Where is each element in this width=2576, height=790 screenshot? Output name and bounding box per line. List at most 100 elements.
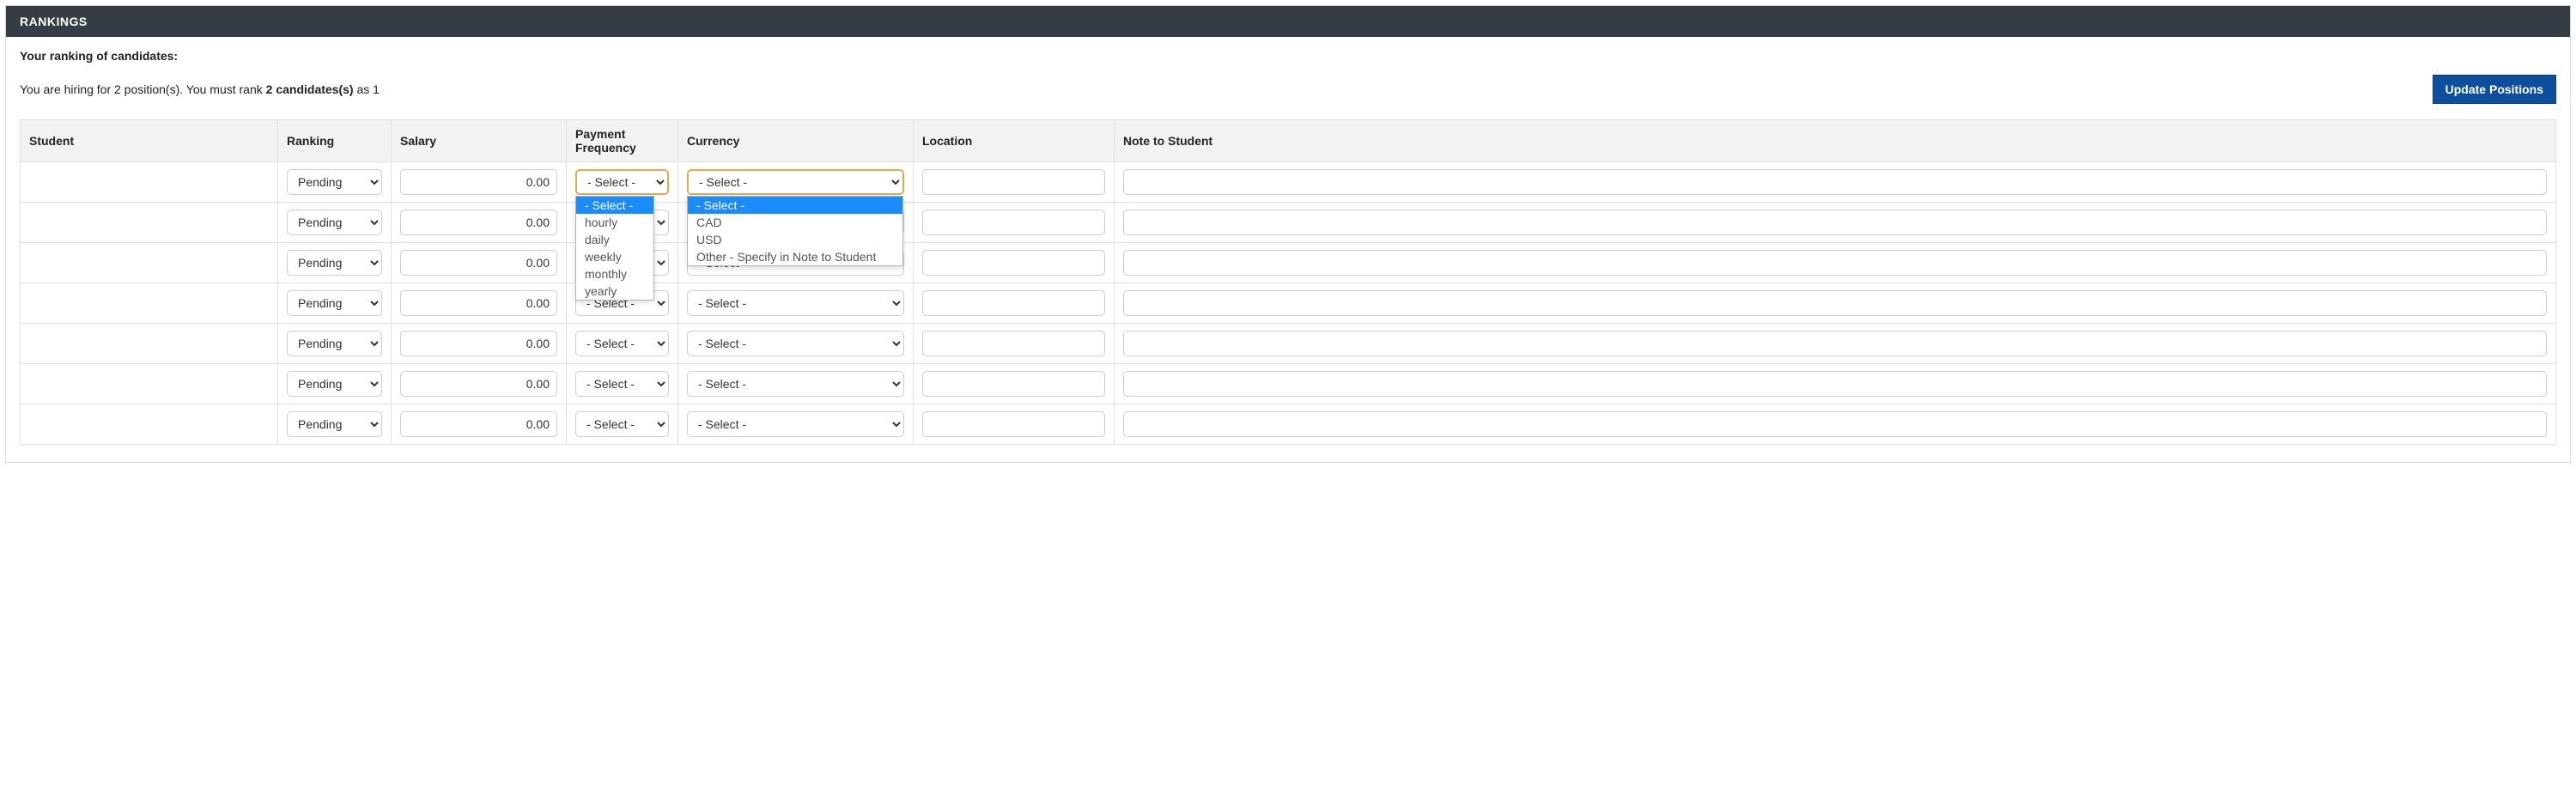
ranking-select[interactable]: Pending [287,250,382,276]
currency-cell: - Select - [678,324,914,364]
ranking-cell: Pending [278,364,392,404]
col-currency-header: Currency [678,120,914,162]
dropdown-option[interactable]: CAD [688,214,902,231]
salary-input[interactable] [400,250,557,276]
note-input[interactable] [1123,290,2547,316]
student-cell [21,404,278,445]
col-location-header: Location [914,120,1115,162]
hiring-info: You are hiring for 2 position(s). You mu… [20,82,380,96]
student-cell [21,364,278,404]
location-cell [914,283,1115,324]
note-cell [1115,243,2556,283]
note-input[interactable] [1123,331,2547,356]
location-input[interactable] [922,290,1105,316]
currency-select[interactable]: - Select - [687,290,904,316]
dropdown-option[interactable]: yearly [576,283,653,300]
location-cell [914,243,1115,283]
location-input[interactable] [922,331,1105,356]
ranking-select[interactable]: Pending [287,331,382,356]
student-cell [21,203,278,243]
ranking-select[interactable]: Pending [287,169,382,195]
table-row: Pending - Select - - Select -hourlydaily… [21,162,2556,203]
student-cell [21,324,278,364]
freq-layer[interactable]: - Select -hourlydailyweeklymonthlyyearly [575,196,654,301]
freq-cell: - Select - [567,324,678,364]
table-row: Pending - Select - - Select - [21,404,2556,445]
freq-cell: - Select - - Select -hourlydailyweeklymo… [567,162,678,203]
salary-cell [392,364,567,404]
note-input[interactable] [1123,250,2547,276]
note-cell [1115,364,2556,404]
panel-header: RANKINGS [6,6,2570,37]
note-input[interactable] [1123,169,2547,195]
info-bold: 2 candidates(s) [266,82,354,96]
payment-frequency-select[interactable]: - Select - [575,169,669,195]
panel-content: Your ranking of candidates: You are hiri… [6,37,2570,462]
update-positions-button[interactable]: Update Positions [2433,75,2556,104]
dropdown-option[interactable]: USD [688,231,902,248]
location-input[interactable] [922,210,1105,235]
dropdown-option[interactable]: - Select - [688,197,902,214]
note-input[interactable] [1123,210,2547,235]
currency-select[interactable]: - Select - [687,169,904,195]
ranking-select[interactable]: Pending [287,210,382,235]
table-row: Pending - Select - - Select - [21,243,2556,283]
payment-frequency-select[interactable]: - Select - [575,331,669,356]
ranking-select[interactable]: Pending [287,290,382,316]
location-input[interactable] [922,371,1105,397]
location-cell [914,404,1115,445]
location-input[interactable] [922,411,1105,437]
salary-input[interactable] [400,331,557,356]
table-row: Pending - Select - - Select - [21,283,2556,324]
payment-frequency-select[interactable]: - Select - [575,411,669,437]
rankings-table: Student Ranking Salary Payment Frequency… [20,119,2556,445]
dropdown-option[interactable]: weekly [576,248,653,265]
salary-cell [392,324,567,364]
student-cell [21,243,278,283]
currency-select[interactable]: - Select - [687,331,904,356]
currency-cell: - Select - [678,283,914,324]
note-input[interactable] [1123,411,2547,437]
table-header-row: Student Ranking Salary Payment Frequency… [21,120,2556,162]
note-cell [1115,162,2556,203]
col-note-header: Note to Student [1115,120,2556,162]
ranking-cell: Pending [278,404,392,445]
currency-cell: - Select - [678,364,914,404]
salary-input[interactable] [400,169,557,195]
salary-input[interactable] [400,210,557,235]
dropdown-option[interactable]: daily [576,231,653,248]
subtitle: Your ranking of candidates: [20,49,2556,63]
dropdown-option[interactable]: - Select - [576,197,653,214]
location-input[interactable] [922,250,1105,276]
rankings-panel: RANKINGS Your ranking of candidates: You… [5,5,2571,463]
salary-input[interactable] [400,371,557,397]
currency-select[interactable]: - Select - [687,371,904,397]
student-cell [21,162,278,203]
location-input[interactable] [922,169,1105,195]
note-input[interactable] [1123,371,2547,397]
salary-input[interactable] [400,411,557,437]
table-row: Pending - Select - - Select - [21,324,2556,364]
dropdown-option[interactable]: monthly [576,265,653,283]
salary-cell [392,203,567,243]
note-cell [1115,324,2556,364]
info-row: You are hiring for 2 position(s). You mu… [20,75,2556,104]
ranking-select[interactable]: Pending [287,411,382,437]
info-pre: You are hiring for 2 position(s). You mu… [20,82,266,96]
dropdown-option[interactable]: hourly [576,214,653,231]
salary-input[interactable] [400,290,557,316]
ranking-select[interactable]: Pending [287,371,382,397]
location-cell [914,203,1115,243]
col-salary-header: Salary [392,120,567,162]
curr-layer[interactable]: - Select -CADUSDOther - Specify in Note … [687,196,903,266]
note-cell [1115,203,2556,243]
salary-cell [392,162,567,203]
currency-select[interactable]: - Select - [687,411,904,437]
freq-cell: - Select - [567,404,678,445]
dropdown-option[interactable]: Other - Specify in Note to Student [688,248,902,265]
col-freq-header: Payment Frequency [567,120,678,162]
location-cell [914,162,1115,203]
note-cell [1115,404,2556,445]
payment-frequency-select[interactable]: - Select - [575,371,669,397]
panel-title: RANKINGS [20,15,88,28]
